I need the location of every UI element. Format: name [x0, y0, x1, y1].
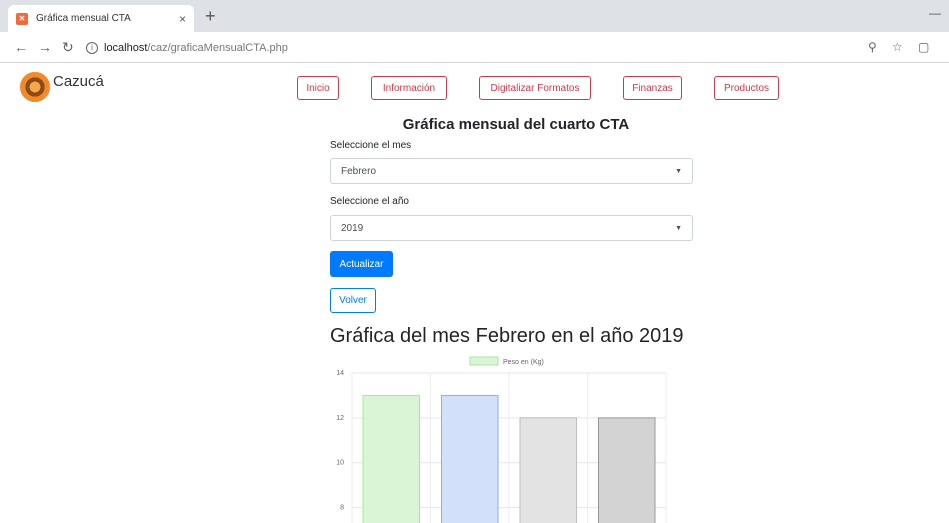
- close-tab-icon[interactable]: ×: [179, 12, 186, 26]
- month-label: Seleccione el mes: [330, 140, 412, 151]
- year-select[interactable]: 2019 ▼: [330, 215, 693, 241]
- y-tick-label: 10: [336, 460, 344, 467]
- page-content: Cazucá Inicio Información Digitalizar Fo…: [0, 64, 949, 523]
- nav-button-finanzas[interactable]: Finanzas: [623, 76, 682, 100]
- address-bar: ← → ↻ i localhost/caz/graficaMensualCTA.…: [0, 32, 949, 63]
- nav-button-productos[interactable]: Productos: [714, 76, 779, 100]
- chart-bar: [440, 394, 499, 523]
- extension-icon[interactable]: ▢: [918, 40, 929, 54]
- cazuca-logo: [20, 72, 50, 102]
- y-tick-label: 14: [336, 370, 344, 377]
- chart-bar: [597, 417, 656, 523]
- brand[interactable]: Cazucá: [20, 72, 104, 102]
- tab-title: Gráfica mensual CTA: [36, 13, 131, 24]
- back-arrow-icon[interactable]: ←: [14, 39, 28, 55]
- month-select-value: Febrero: [341, 165, 377, 177]
- nav-button-informacion[interactable]: Información: [371, 76, 447, 100]
- minimize-icon[interactable]: —: [929, 6, 941, 20]
- brand-name: Cazucá: [53, 72, 104, 90]
- year-select-value: 2019: [341, 222, 364, 234]
- favicon-icon: ✕: [16, 12, 28, 25]
- url-host: localhost: [104, 41, 148, 54]
- new-tab-icon[interactable]: +: [205, 6, 216, 27]
- url-input[interactable]: i localhost/caz/graficaMensualCTA.php: [86, 37, 946, 58]
- browser-tab[interactable]: ✕ Gráfica mensual CTA ×: [8, 5, 194, 32]
- bookmark-star-icon[interactable]: ☆: [892, 40, 903, 54]
- url-path: /caz/graficaMensualCTA.php: [147, 41, 288, 54]
- update-button[interactable]: Actualizar: [330, 251, 393, 277]
- reload-icon[interactable]: ↻: [62, 39, 74, 56]
- page-title: Gráfica mensual del cuarto CTA: [402, 116, 630, 133]
- bar-chart: Peso en (Kg) 14 12 10 8: [336, 356, 667, 523]
- y-tick-label: 8: [340, 505, 344, 512]
- legend-label: Peso en (Kg): [503, 359, 544, 366]
- forward-arrow-icon[interactable]: →: [38, 39, 52, 55]
- y-tick-label: 12: [336, 415, 344, 422]
- chart-bar: [519, 417, 578, 523]
- chart-bar: [362, 394, 421, 523]
- chart-title: Gráfica del mes Febrero en el año 2019: [330, 325, 684, 347]
- legend-swatch: [469, 356, 499, 366]
- chevron-down-icon: ▼: [675, 167, 682, 175]
- zoom-icon[interactable]: ⚲: [868, 40, 877, 54]
- chevron-down-icon: ▼: [675, 224, 682, 232]
- month-select[interactable]: Febrero ▼: [330, 158, 693, 184]
- back-button[interactable]: Volver: [330, 288, 376, 313]
- browser-tab-strip: ✕ Gráfica mensual CTA × + —: [0, 0, 949, 32]
- info-icon[interactable]: i: [86, 41, 98, 54]
- nav-button-digitalizar-formatos[interactable]: Digitalizar Formatos: [479, 76, 591, 100]
- year-label: Seleccione el año: [330, 196, 409, 207]
- nav-button-inicio[interactable]: Inicio: [297, 76, 339, 100]
